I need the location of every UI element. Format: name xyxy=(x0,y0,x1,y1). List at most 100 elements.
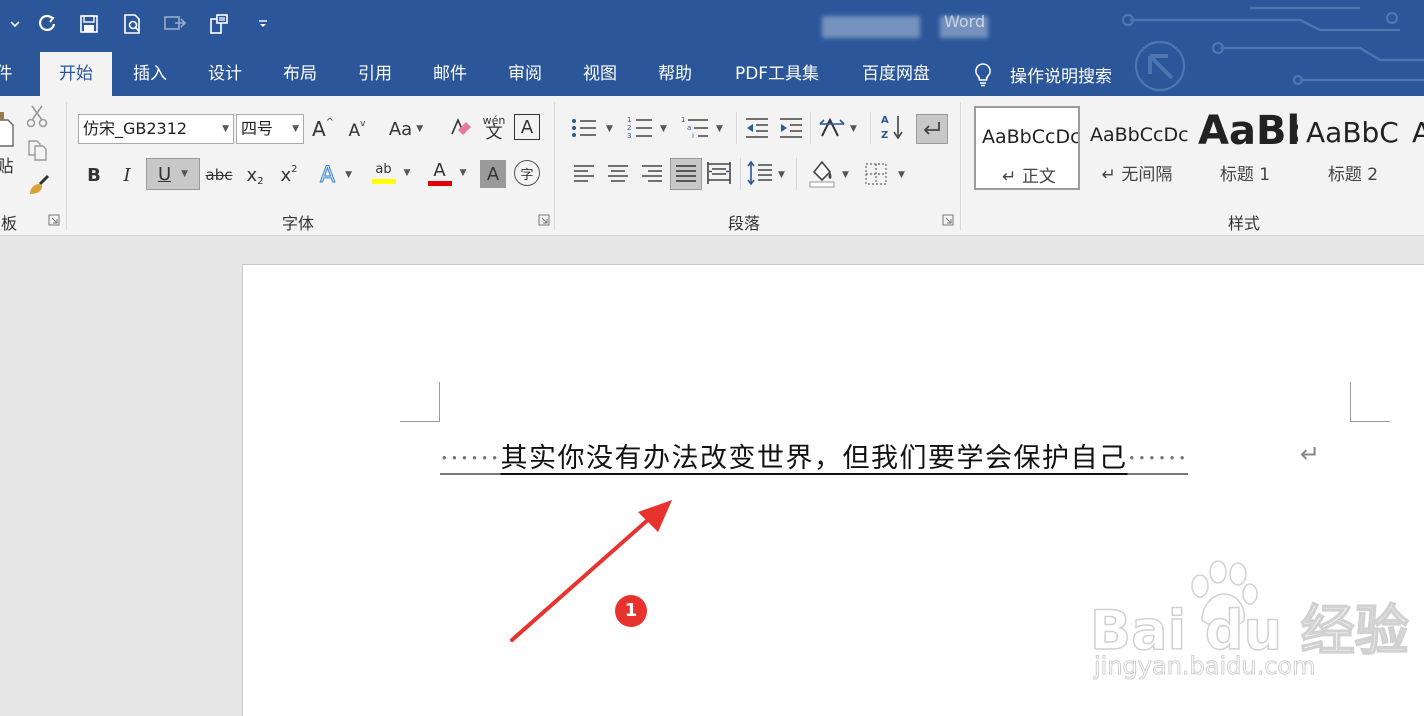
tab-design[interactable]: 设计 xyxy=(195,52,255,96)
change-case-icon: Aa xyxy=(388,118,413,140)
redo-icon[interactable] xyxy=(34,10,60,38)
borders-dropdown-icon[interactable]: ▼ xyxy=(898,170,905,180)
borders-icon[interactable] xyxy=(864,162,888,186)
annotation-arrow xyxy=(510,500,672,642)
svg-text:1: 1 xyxy=(627,116,631,124)
grow-font-button[interactable]: A ^ xyxy=(310,114,336,144)
bold-button[interactable]: B xyxy=(80,160,108,190)
change-case-button[interactable]: Aa ▼ xyxy=(384,114,428,144)
separator xyxy=(554,102,555,230)
phonetic-guide-button[interactable]: wén 文 xyxy=(480,110,508,144)
superscript-button[interactable]: x2 xyxy=(276,160,302,190)
bullets-icon[interactable] xyxy=(570,116,598,140)
line-spacing-icon[interactable] xyxy=(746,160,774,186)
justify-button[interactable] xyxy=(670,158,702,190)
character-border-button[interactable]: A xyxy=(514,114,540,140)
numbering-dropdown-icon[interactable]: ▼ xyxy=(660,124,667,134)
tab-references[interactable]: 引用 xyxy=(345,52,405,96)
style-heading-2[interactable]: AaBbC 标题 2 xyxy=(1300,106,1406,190)
font-name-combo[interactable]: 仿宋_GB2312 ▼ xyxy=(78,114,234,144)
align-center-icon[interactable] xyxy=(606,162,630,186)
character-shading-button[interactable]: A xyxy=(480,160,506,188)
tab-pdf-tools[interactable]: PDF工具集 xyxy=(726,52,828,96)
tab-insert[interactable]: 插入 xyxy=(120,52,180,96)
italic-button[interactable]: I xyxy=(114,160,140,190)
tab-home[interactable]: 开始 xyxy=(40,52,112,96)
tell-me-label: 操作说明搜索 xyxy=(1010,66,1112,87)
style-title[interactable]: A xyxy=(1408,106,1424,190)
font-color-button[interactable]: A ▼ xyxy=(422,156,472,190)
style-heading-1[interactable]: AaBb 标题 1 xyxy=(1192,106,1298,190)
style-name: 标题 2 xyxy=(1327,165,1379,185)
decrease-indent-icon[interactable] xyxy=(744,116,770,140)
document-paragraph[interactable]: ······其实你没有办法改变世界，但我们要学会保护自己······ xyxy=(440,436,1188,475)
save-icon[interactable] xyxy=(76,10,102,38)
chinese-layout-icon[interactable] xyxy=(818,116,846,140)
line-spacing-dropdown-icon[interactable]: ▼ xyxy=(778,170,785,180)
cut-icon[interactable] xyxy=(26,104,48,128)
shrink-font-button[interactable]: Av xyxy=(344,116,370,146)
bullets-dropdown-icon[interactable]: ▼ xyxy=(606,124,613,134)
tab-mailings[interactable]: 邮件 xyxy=(420,52,480,96)
margin-corner-top-right xyxy=(1350,382,1390,422)
svg-text:i: i xyxy=(692,132,694,140)
paste-label[interactable]: 贴 xyxy=(0,152,14,177)
watermark-url: jingyan.baidu.com xyxy=(1093,652,1316,681)
qat-customize-left-chevron-icon[interactable] xyxy=(2,10,28,38)
tab-view[interactable]: 视图 xyxy=(570,52,630,96)
align-left-icon[interactable] xyxy=(572,162,596,186)
paragraph-mark-icon xyxy=(923,122,940,135)
ribbon-home: 贴 板 仿宋_GB2312 ▼ xyxy=(0,96,1424,236)
svg-text:A: A xyxy=(881,115,889,126)
style-sample: A xyxy=(1412,116,1424,149)
styles-group-label: 样式 xyxy=(1227,214,1260,233)
align-right-icon[interactable] xyxy=(640,162,664,186)
svg-text:2: 2 xyxy=(627,124,631,132)
clear-formatting-icon[interactable] xyxy=(446,116,472,142)
text-effects-button[interactable]: A ▼ xyxy=(314,160,358,190)
enclose-characters-button[interactable]: 字 xyxy=(514,160,540,186)
style-sample: AaBbCcDc xyxy=(1090,124,1189,146)
tab-file[interactable]: 件 xyxy=(0,52,14,96)
tell-me-search[interactable]: 操作说明搜索 xyxy=(972,52,1112,96)
text-highlight-button[interactable]: ab ▼ xyxy=(366,156,416,190)
qat-dropdown-icon[interactable] xyxy=(250,10,276,38)
clipboard-dialog-launcher-icon[interactable] xyxy=(48,214,60,226)
chinese-layout-dropdown-icon[interactable]: ▼ xyxy=(850,124,857,134)
paragraph-text: 其实你没有办法改变世界，但我们要学会保护自己 xyxy=(500,443,1128,474)
chevron-down-icon: ▼ xyxy=(222,124,229,134)
shading-dropdown-icon[interactable]: ▼ xyxy=(842,170,849,180)
style-normal[interactable]: AaBbCcDc ↵ 正文 xyxy=(974,106,1080,190)
underline-button[interactable]: U ▼ xyxy=(146,158,200,190)
style-name: ↵ 正文 xyxy=(1002,167,1056,187)
subscript-icon: x xyxy=(246,164,258,186)
paste-icon[interactable] xyxy=(0,106,16,148)
font-dialog-launcher-icon[interactable] xyxy=(538,214,550,226)
send-icon[interactable] xyxy=(162,10,188,38)
format-painter-icon[interactable] xyxy=(26,172,52,198)
increase-indent-icon[interactable] xyxy=(778,116,804,140)
sort-icon[interactable]: AZ xyxy=(880,112,904,142)
tab-review[interactable]: 审阅 xyxy=(495,52,555,96)
copy-icon[interactable] xyxy=(26,138,50,162)
numbering-icon[interactable]: 123 xyxy=(626,114,654,142)
subscript-button[interactable]: x2 xyxy=(242,160,268,190)
format-painter-qat-icon[interactable] xyxy=(206,10,232,38)
print-preview-icon[interactable] xyxy=(120,10,146,38)
strikethrough-button[interactable]: abc xyxy=(204,160,234,190)
style-sample: AaBbCcDc xyxy=(982,126,1080,148)
font-size-value: 四号 xyxy=(241,119,274,138)
multilevel-list-icon[interactable]: 1ai xyxy=(680,114,710,142)
shading-icon[interactable] xyxy=(808,158,836,188)
paragraph-group-label: 段落 xyxy=(727,214,760,233)
show-hide-marks-button[interactable] xyxy=(916,114,948,144)
style-no-spacing[interactable]: AaBbCcDc ↵ 无间隔 xyxy=(1084,106,1190,190)
multilevel-dropdown-icon[interactable]: ▼ xyxy=(716,124,723,134)
distributed-icon[interactable] xyxy=(706,160,732,186)
paragraph-dialog-launcher-icon[interactable] xyxy=(942,214,954,226)
font-size-combo[interactable]: 四号 ▼ xyxy=(236,114,304,144)
tab-layout[interactable]: 布局 xyxy=(270,52,330,96)
tab-help[interactable]: 帮助 xyxy=(645,52,705,96)
font-color-icon: A xyxy=(433,159,446,181)
tab-baidu-netdisk[interactable]: 百度网盘 xyxy=(852,52,940,96)
